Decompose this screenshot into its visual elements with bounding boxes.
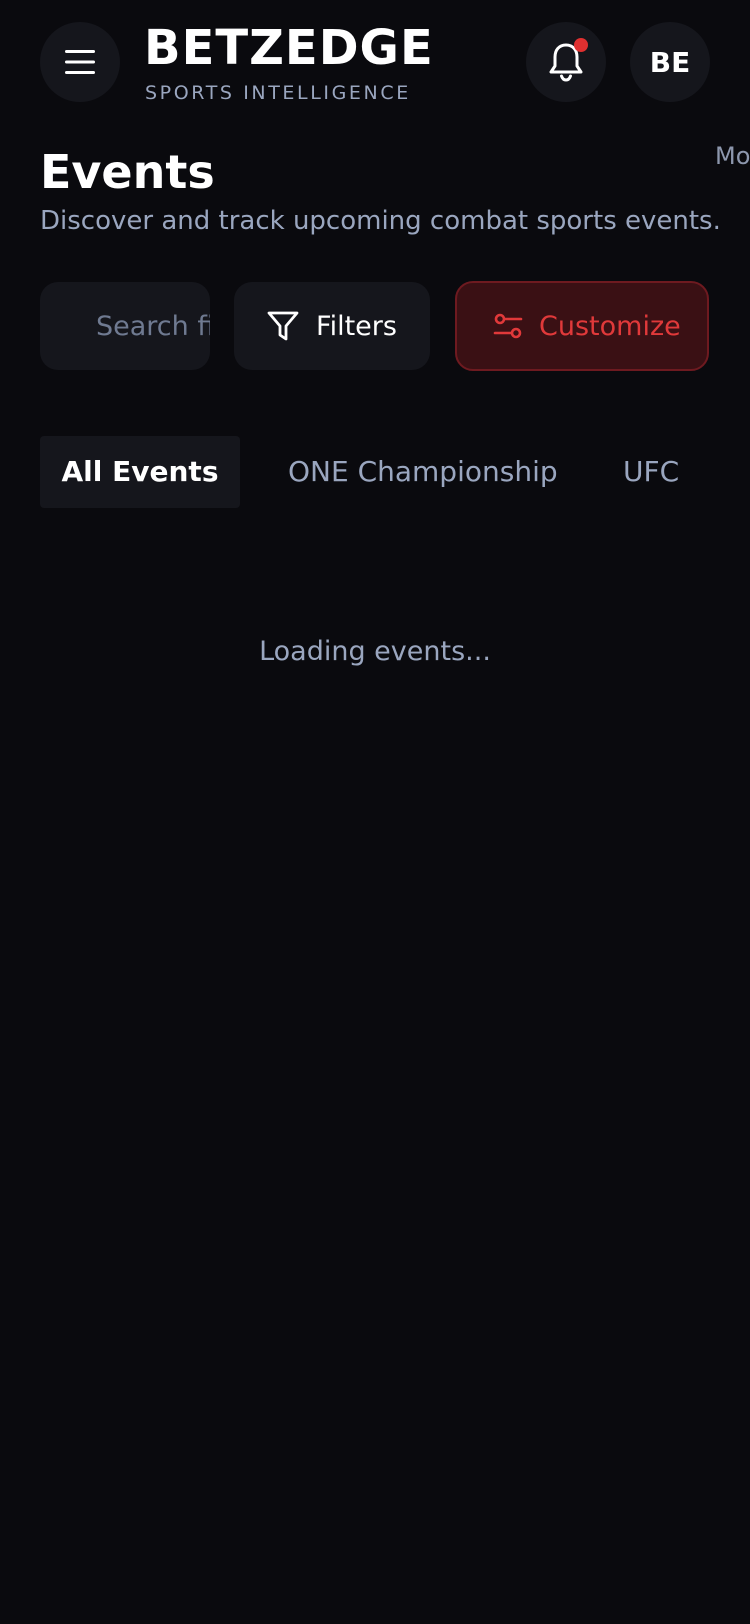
notifications-button[interactable]: [526, 22, 606, 102]
filters-button[interactable]: Filters: [234, 282, 430, 370]
search-input[interactable]: [96, 282, 210, 370]
notification-dot: [574, 38, 588, 52]
hamburger-menu-icon: [65, 50, 95, 74]
events-page: BETZEDGE SPORTS INTELLIGENCE BE Events M…: [0, 0, 750, 1624]
sliders-icon: [493, 313, 523, 339]
funnel-icon: [267, 311, 299, 341]
search-box: [40, 282, 210, 370]
loading-status: Loading events...: [259, 636, 491, 667]
customize-button[interactable]: Customize: [455, 281, 709, 371]
menu-button[interactable]: [40, 22, 120, 102]
customize-label: Customize: [539, 310, 681, 342]
user-avatar[interactable]: BE: [630, 22, 710, 102]
brand-logo[interactable]: BETZEDGE: [144, 20, 434, 76]
tab-ufc[interactable]: UFC: [623, 436, 679, 508]
page-title: Events: [40, 145, 215, 199]
brand-tagline: SPORTS INTELLIGENCE: [145, 82, 411, 104]
page-subtitle: Discover and track upcoming combat sport…: [40, 206, 721, 236]
more-link[interactable]: Mo: [715, 142, 750, 170]
tab-one-championship[interactable]: ONE Championship: [288, 436, 558, 508]
tab-all-events[interactable]: All Events: [40, 436, 240, 508]
filters-label: Filters: [316, 310, 397, 342]
